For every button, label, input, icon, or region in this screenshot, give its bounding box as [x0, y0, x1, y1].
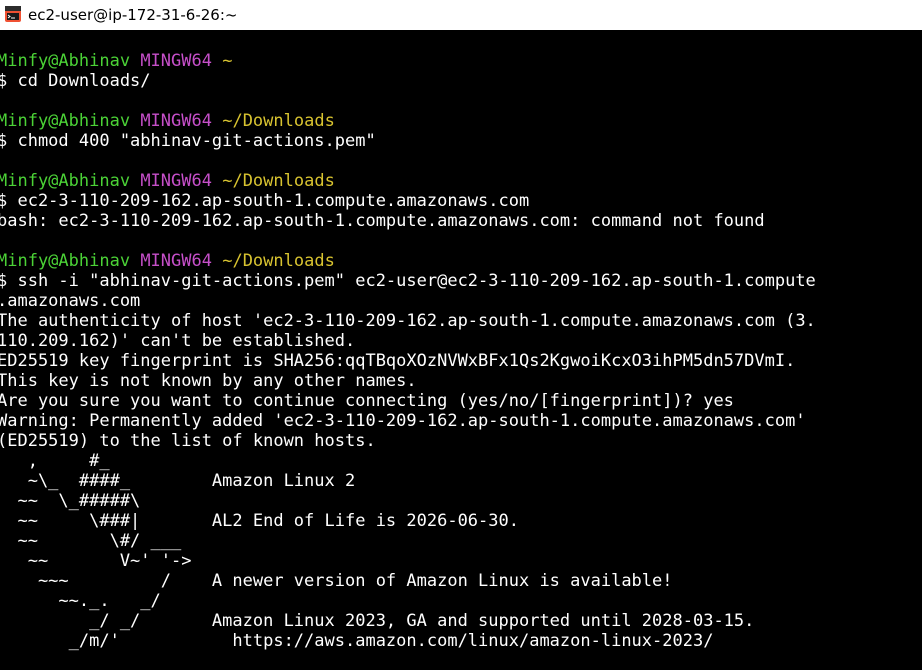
prompt-path: ~/Downloads — [222, 111, 335, 131]
output-line: , #_ — [0, 451, 110, 471]
prompt-system: MINGW64 — [140, 251, 212, 271]
prompt-line: Minfy@Abhinav MINGW64 ~/Downloads — [0, 171, 922, 191]
prompt-user: Minfy@Abhinav — [0, 111, 131, 131]
output-line: .amazonaws.com — [0, 291, 141, 311]
output-line: ~~~ / A newer version of Amazon Linux is… — [0, 571, 673, 591]
output-line: $ ec2-3-110-209-162.ap-south-1.compute.a… — [0, 191, 530, 211]
output-line: _/m/' https://aws.amazon.com/linux/amazo… — [0, 631, 714, 651]
output-line: ~~ \#/ ___ — [0, 531, 182, 551]
output-line: $ ssh -i "abhinav-git-actions.pem" ec2-u… — [0, 271, 816, 291]
prompt-path: ~ — [222, 51, 233, 71]
prompt-line: Minfy@Abhinav MINGW64 ~/Downloads — [0, 111, 922, 131]
output-line: Are you sure you want to continue connec… — [0, 391, 734, 411]
prompt-user: Minfy@Abhinav — [0, 251, 131, 271]
output-line: (ED25519) to the list of known hosts. — [0, 431, 376, 451]
prompt-system: MINGW64 — [140, 171, 212, 191]
prompt-line: Minfy@Abhinav MINGW64 ~ — [0, 51, 922, 71]
output-line: ~~ V~' '-> — [0, 551, 192, 571]
output-line: ~~._. _/ — [0, 591, 161, 611]
output-line: $ chmod 400 "abhinav-git-actions.pem" — [0, 131, 376, 151]
terminal-output[interactable]: Minfy@Abhinav MINGW64 ~ $ cd Downloads/Mi… — [0, 30, 922, 670]
window-title: ec2-user@ip-172-31-6-26:~ — [28, 6, 238, 24]
output-line: $ cd Downloads/ — [0, 71, 151, 91]
output-line: _/ _/ Amazon Linux 2023, GA and supporte… — [0, 611, 755, 631]
output-line: This key is not known by any other names… — [0, 371, 417, 391]
prompt-path: ~/Downloads — [222, 251, 335, 271]
output-line: ~~ \_#####\ — [0, 491, 141, 511]
output-line: ~\_ ####_ Amazon Linux 2 — [0, 471, 356, 491]
prompt-system: MINGW64 — [140, 51, 212, 71]
output-line: 110.209.162)' can't be established. — [0, 331, 356, 351]
prompt-user: Minfy@Abhinav — [0, 171, 131, 191]
prompt-path: ~/Downloads — [222, 171, 335, 191]
title-bar[interactable]: ec2-user@ip-172-31-6-26:~ — [0, 0, 922, 30]
output-line: ~~ \###| AL2 End of Life is 2026-06-30. — [0, 511, 519, 531]
output-line: The authenticity of host 'ec2-3-110-209-… — [0, 311, 816, 331]
git-bash-icon — [5, 6, 21, 22]
output-line: bash: ec2-3-110-209-162.ap-south-1.compu… — [0, 211, 765, 231]
output-line: Warning: Permanently added 'ec2-3-110-20… — [0, 411, 806, 431]
prompt-user: Minfy@Abhinav — [0, 51, 131, 71]
output-line: ED25519 key fingerprint is SHA256:qqTBqo… — [0, 351, 796, 371]
prompt-system: MINGW64 — [140, 111, 212, 131]
prompt-line: Minfy@Abhinav MINGW64 ~/Downloads — [0, 251, 922, 271]
terminal-lines: Minfy@Abhinav MINGW64 ~ $ cd Downloads/Mi… — [0, 31, 922, 651]
